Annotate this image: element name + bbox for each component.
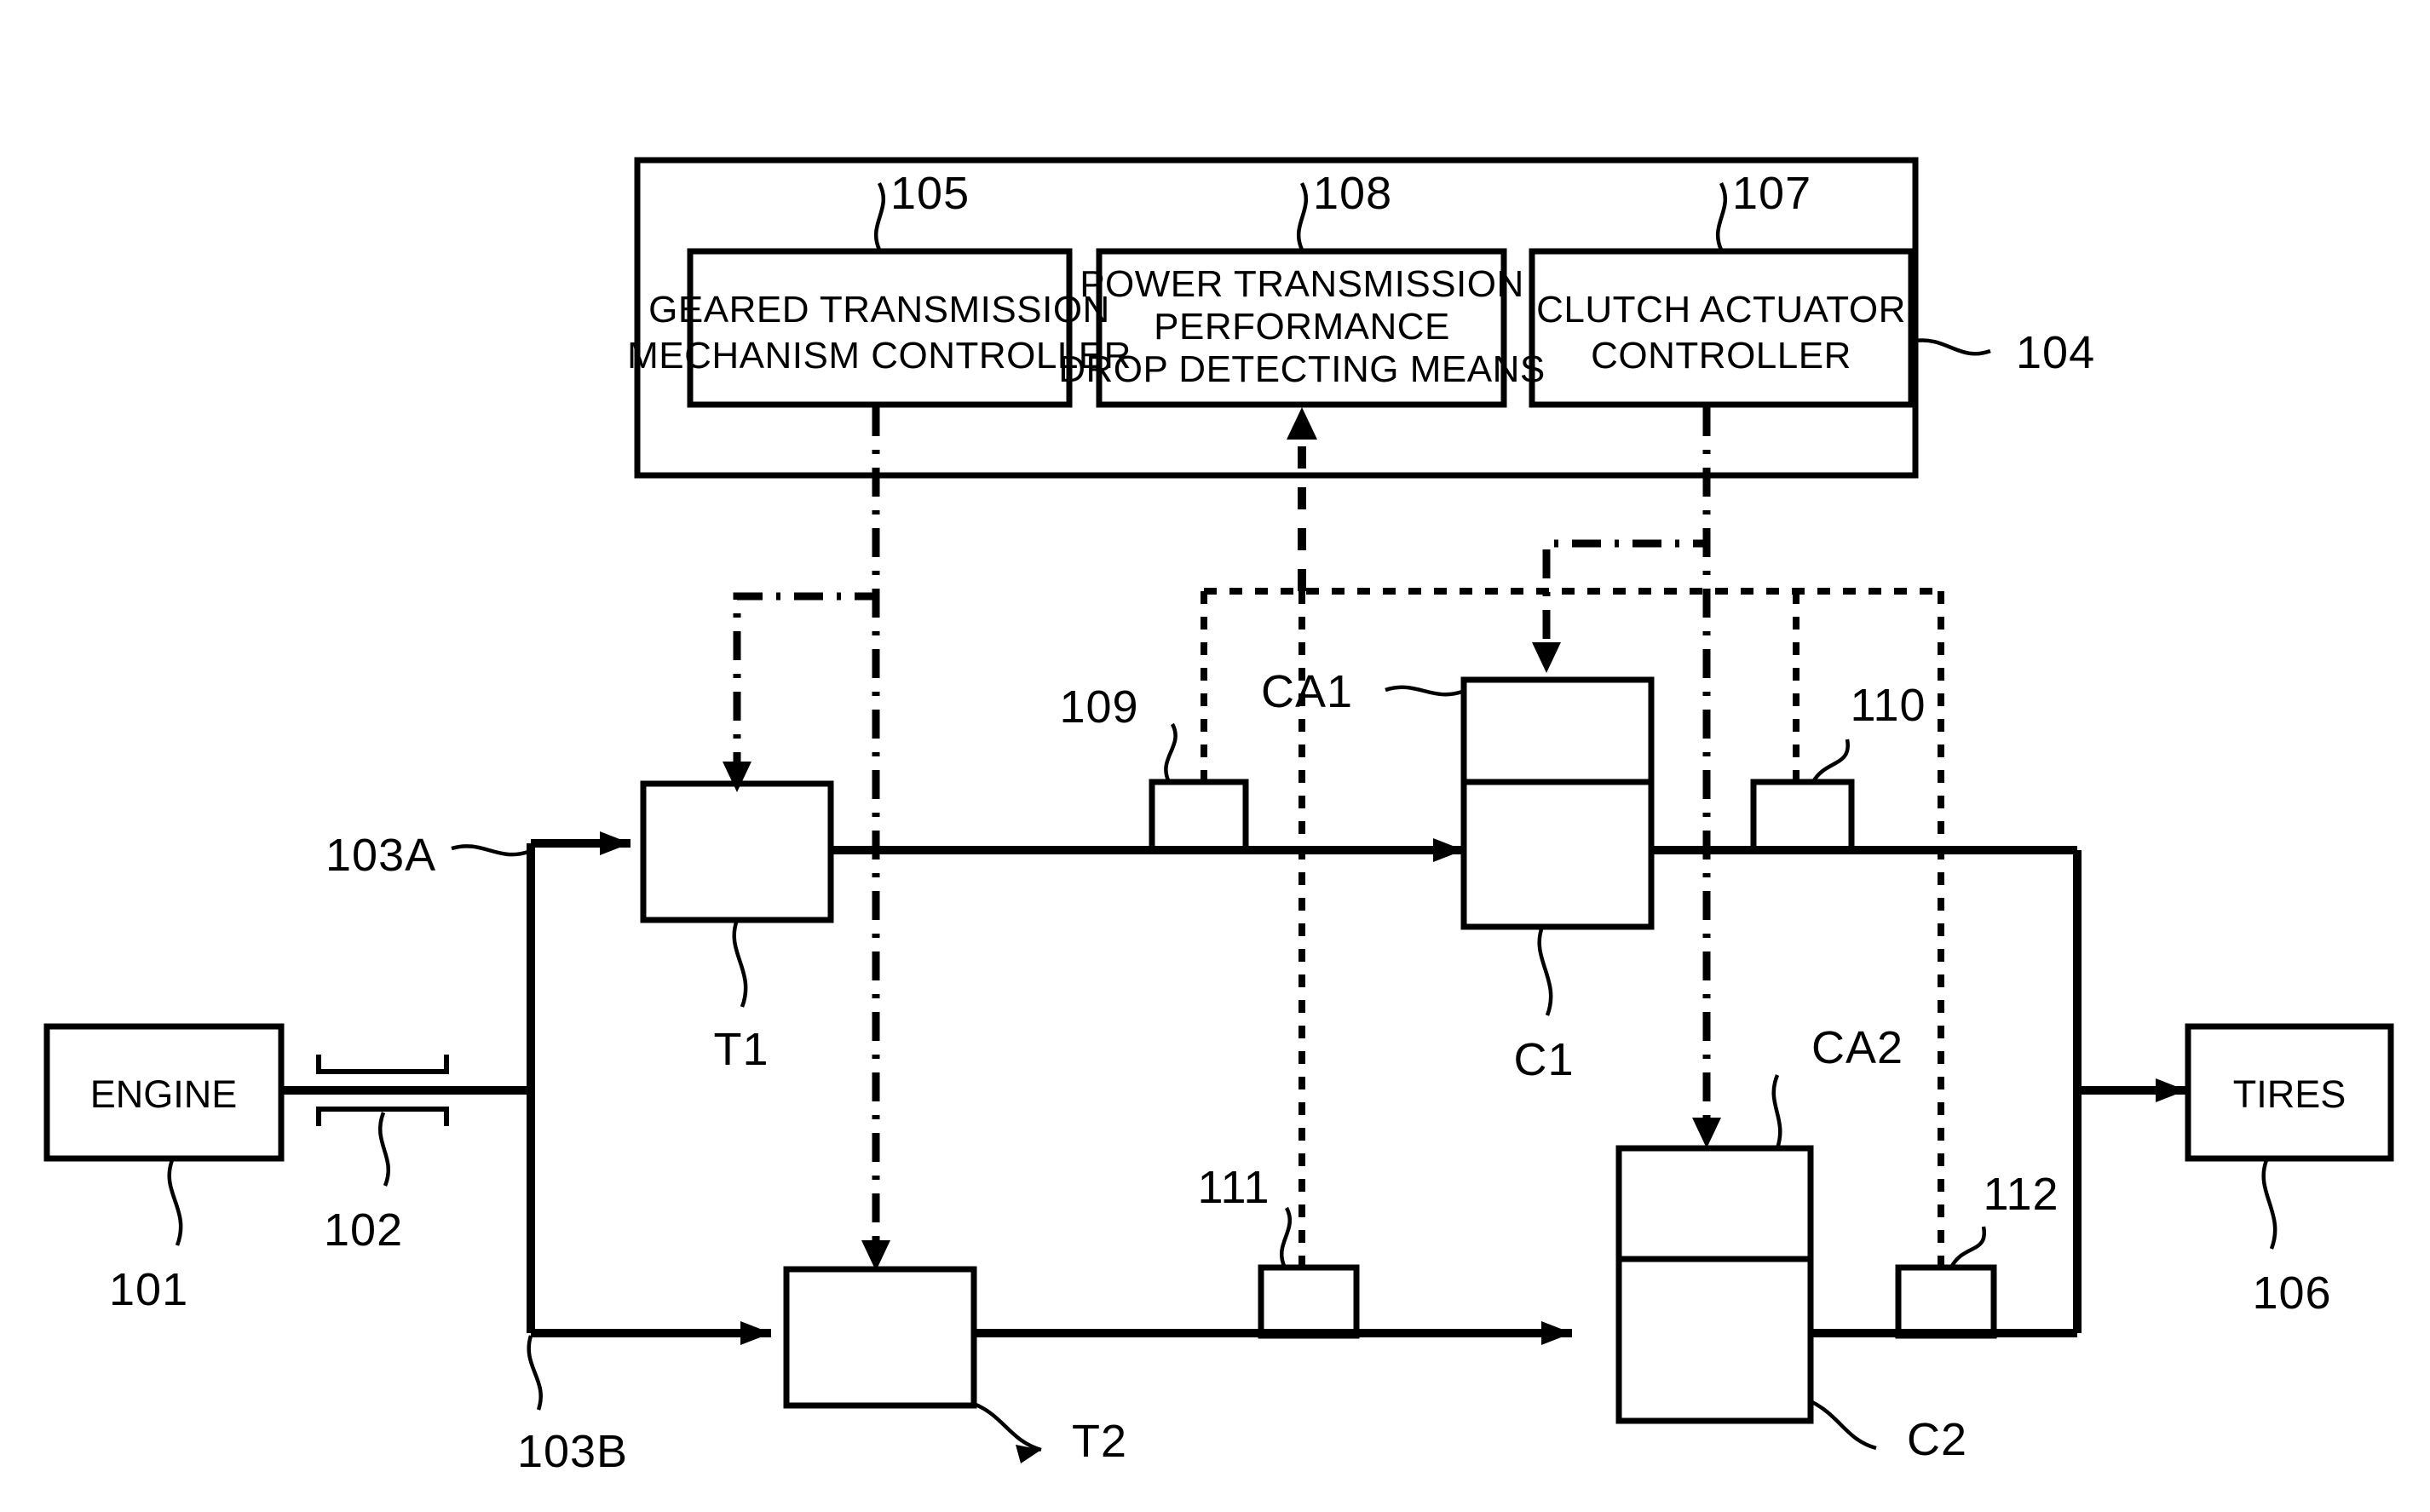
ref-label-107: 107: [1732, 168, 1811, 219]
block-107-line-2: CONTROLLER: [1591, 335, 1851, 377]
tires-label: TIRES: [2233, 1072, 2347, 1116]
ref-label-103B: 103B: [517, 1426, 628, 1477]
block-108-line-1: POWER TRANSMISSION: [1080, 263, 1524, 305]
final-drive-arrowhead: [2156, 1078, 2186, 1102]
transmission-1-box[interactable]: [640, 780, 834, 923]
ref-label-108: 108: [1313, 168, 1392, 219]
engine-label: ENGINE: [90, 1072, 238, 1116]
label-CA1: CA1: [1261, 666, 1353, 717]
ref-label-103A: 103A: [325, 830, 436, 881]
control-arrow-107-to-ca1: [1532, 642, 1561, 673]
sensor-109-box[interactable]: [1149, 779, 1249, 854]
leader-109: [1164, 722, 1178, 784]
control-line-107-to-ca1: [1542, 407, 1711, 649]
leader-T1: [732, 919, 748, 1008]
clutch-2-lower-cell[interactable]: [1615, 1256, 1814, 1424]
ref-label-104: 104: [2016, 327, 2095, 378]
leader-CA1: [1385, 685, 1463, 697]
lower-shaft-arrowhead: [1541, 1321, 1572, 1345]
upper-branch-arrowhead: [600, 831, 631, 855]
leader-107: [1715, 181, 1727, 250]
label-T2: T2: [1072, 1416, 1127, 1467]
leader-104: [1915, 338, 1991, 356]
ref-label-102: 102: [324, 1204, 403, 1256]
leader-T2: [973, 1401, 1042, 1452]
label-C1: C1: [1513, 1034, 1574, 1085]
control-line-105-to-t1: [733, 407, 880, 771]
leader-101: [167, 1159, 183, 1246]
upper-shaft-arrowhead: [1433, 838, 1464, 862]
sensor-110-box[interactable]: [1750, 779, 1855, 854]
leader-105: [873, 181, 885, 250]
block-108-line-3: DROP DETECTING MEANS: [1058, 348, 1545, 390]
shaft-bracket-upper: [316, 1055, 449, 1074]
leader-CA2: [1771, 1074, 1782, 1149]
clutch-2-upper-cell[interactable]: [1615, 1145, 1814, 1262]
leader-C2: [1810, 1399, 1877, 1451]
label-C2: C2: [1907, 1414, 1967, 1465]
ref-label-101: 101: [109, 1264, 188, 1315]
block-diagram-svg: 104 105 GEARED TRANSMISSION MECHANISM CO…: [43, 157, 2394, 1477]
leader-110: [1811, 739, 1850, 784]
label-CA2: CA2: [1811, 1022, 1903, 1073]
lower-branch-arrowhead: [740, 1321, 771, 1345]
leader-103B: [527, 1335, 543, 1411]
sensor-arrow-to-108: [1287, 407, 1317, 440]
leader-106: [2261, 1159, 2277, 1250]
ref-label-110: 110: [1850, 680, 1926, 731]
leader-C1: [1537, 926, 1553, 1016]
block-107-line-1: CLUTCH ACTUATOR: [1536, 289, 1906, 331]
block-105-line-1: GEARED TRANSMISSION: [648, 289, 1110, 331]
leader-108: [1296, 181, 1308, 250]
patent-figure-canvas: 104 105 GEARED TRANSMISSION MECHANISM CO…: [0, 0, 2430, 1512]
ref-label-112: 112: [1983, 1169, 2059, 1220]
control-arrow-105-to-t1: [723, 762, 751, 792]
leader-102: [377, 1112, 391, 1187]
ref-label-109: 109: [1059, 681, 1138, 733]
sensor-112-box[interactable]: [1895, 1264, 1997, 1339]
ref-label-106: 106: [2252, 1268, 2331, 1319]
leader-103A: [451, 844, 529, 857]
transmission-2-box[interactable]: [783, 1266, 977, 1409]
ref-label-111: 111: [1197, 1162, 1270, 1213]
ref-label-105: 105: [890, 168, 970, 219]
leader-111: [1279, 1206, 1293, 1269]
clutch-1-lower-cell[interactable]: [1460, 779, 1655, 930]
leader-112: [1949, 1226, 1987, 1269]
label-T1: T1: [713, 1024, 769, 1075]
clutch-1-upper-cell[interactable]: [1460, 676, 1655, 785]
block-108-line-2: PERFORMANCE: [1154, 306, 1450, 348]
control-arrow-107-to-ca2: [1692, 1118, 1721, 1148]
block-105-line-2: MECHANISM CONTROLLER: [627, 335, 1132, 377]
sensor-111-box[interactable]: [1258, 1264, 1360, 1339]
